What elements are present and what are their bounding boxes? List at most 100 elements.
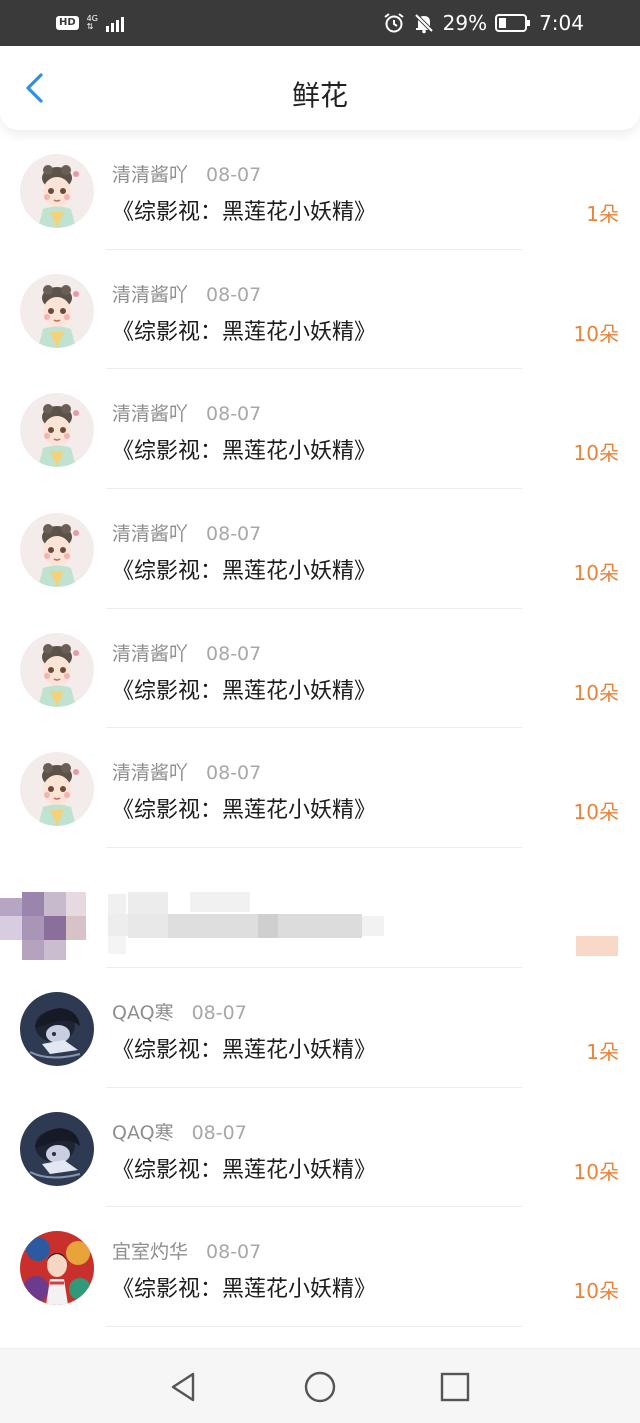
user-name: 清清酱吖 bbox=[112, 283, 189, 306]
list-item-pixelated[interactable] bbox=[0, 848, 640, 968]
pixelated-block bbox=[278, 914, 362, 939]
pixelated-block bbox=[44, 916, 66, 941]
book-title: 《综影视：黑莲花小妖精》 bbox=[112, 1157, 377, 1183]
user-name: 清清酱吖 bbox=[112, 762, 189, 785]
page-title: 鲜花 bbox=[291, 79, 348, 112]
pixelated-block bbox=[22, 940, 44, 961]
system-nav-bar bbox=[0, 1348, 640, 1423]
pixelated-block bbox=[190, 892, 250, 913]
nav-home-button[interactable] bbox=[302, 1369, 338, 1405]
list-item[interactable]: 宜室灼华 08-07 《综影视：黑莲花小妖精》 10朵 bbox=[0, 1207, 640, 1327]
mute-bell-icon bbox=[414, 13, 434, 34]
row-divider bbox=[106, 1325, 522, 1327]
avatar[interactable] bbox=[20, 991, 94, 1066]
pixelated-block bbox=[22, 892, 44, 917]
gift-date: 08-07 bbox=[206, 762, 262, 785]
user-and-date: QAQ寒 08-07 bbox=[112, 1118, 247, 1145]
pixelated-block bbox=[66, 892, 86, 917]
avatar[interactable] bbox=[20, 393, 94, 468]
gift-date: 08-07 bbox=[191, 1121, 247, 1144]
list-item[interactable]: QAQ寒 08-07 《综影视：黑莲花小妖精》 10朵 bbox=[0, 1088, 640, 1208]
flower-count: 1朵 bbox=[586, 1039, 619, 1064]
avatar[interactable] bbox=[20, 154, 94, 228]
flower-count: 10朵 bbox=[573, 800, 619, 825]
user-name: 清清酱吖 bbox=[112, 642, 189, 665]
circle-home-icon bbox=[304, 1371, 336, 1403]
user-and-date: 清清酱吖 08-07 bbox=[112, 160, 261, 187]
user-and-date: 清清酱吖 08-07 bbox=[112, 280, 261, 307]
pixelated-block bbox=[168, 914, 258, 939]
book-title: 《综影视：黑莲花小妖精》 bbox=[112, 1037, 377, 1063]
pixelated-block bbox=[108, 936, 126, 955]
pixelated-block bbox=[362, 916, 384, 937]
flower-count: 10朵 bbox=[573, 441, 619, 466]
pixelated-block bbox=[576, 936, 618, 957]
avatar[interactable] bbox=[20, 1231, 94, 1306]
list-item[interactable]: 清清酱吖 08-07 《综影视：黑莲花小妖精》 10朵 bbox=[0, 609, 640, 729]
signal-icon bbox=[105, 17, 124, 32]
flower-list: 清清酱吖 08-07 《综影视：黑莲花小妖精》 1朵 清清酱吖 08-07 《综影视：黑莲花… bbox=[0, 130, 640, 1327]
page-header: 鲜花 bbox=[0, 46, 640, 130]
pixelated-block bbox=[128, 892, 168, 915]
status-left: HD 4G ⇅ bbox=[56, 14, 128, 32]
network-arrows: ⇅ bbox=[86, 22, 94, 31]
book-title: 《综影视：黑莲花小妖精》 bbox=[112, 200, 377, 225]
flower-count: 10朵 bbox=[573, 561, 619, 586]
pixelated-block bbox=[258, 914, 278, 939]
avatar[interactable] bbox=[20, 273, 94, 348]
list-item[interactable]: 清清酱吖 08-07 《综影视：黑莲花小妖精》 10朵 bbox=[0, 728, 640, 849]
pixelated-block bbox=[22, 916, 44, 941]
user-name: QAQ寒 bbox=[112, 1001, 174, 1024]
book-title: 《综影视：黑莲花小妖精》 bbox=[112, 678, 377, 704]
gift-date: 08-07 bbox=[206, 642, 262, 665]
gift-date: 08-07 bbox=[206, 523, 262, 546]
user-name: QAQ寒 bbox=[112, 1121, 174, 1144]
user-name: 清清酱吖 bbox=[112, 403, 189, 426]
gift-date: 08-07 bbox=[206, 403, 262, 426]
book-title: 《综影视：黑莲花小妖精》 bbox=[112, 439, 377, 465]
nav-back-button[interactable] bbox=[165, 1369, 201, 1405]
user-name: 宜室灼华 bbox=[112, 1241, 189, 1264]
list-item[interactable]: 清清酱吖 08-07 《综影视：黑莲花小妖精》 10朵 bbox=[0, 250, 640, 370]
list-item[interactable]: QAQ寒 08-07 《综影视：黑莲花小妖精》 1朵 bbox=[0, 968, 640, 1088]
pixelated-block bbox=[108, 894, 126, 915]
book-title: 《综影视：黑莲花小妖精》 bbox=[112, 559, 377, 585]
flower-count: 10朵 bbox=[573, 1159, 619, 1184]
status-right: 29% 7:04 bbox=[383, 11, 584, 35]
alarm-icon bbox=[384, 13, 404, 33]
user-and-date: 清清酱吖 08-07 bbox=[112, 399, 261, 426]
user-name: 清清酱吖 bbox=[112, 523, 189, 546]
flower-count: 10朵 bbox=[573, 1279, 619, 1304]
triangle-back-icon bbox=[171, 1372, 195, 1402]
flower-count: 10朵 bbox=[573, 321, 619, 346]
book-title: 《综影视：黑莲花小妖精》 bbox=[112, 1277, 377, 1303]
pixelated-block bbox=[128, 914, 168, 939]
avatar[interactable] bbox=[20, 752, 94, 827]
hd-icon: HD bbox=[56, 16, 79, 30]
nav-recents-button[interactable] bbox=[437, 1369, 473, 1405]
pixelated-block bbox=[0, 898, 22, 917]
pixelated-block bbox=[108, 914, 128, 937]
user-and-date: 宜室灼华 08-07 bbox=[112, 1237, 261, 1264]
avatar[interactable] bbox=[20, 513, 94, 588]
list-item[interactable]: 清清酱吖 08-07 《综影视：黑莲花小妖精》 10朵 bbox=[0, 489, 640, 609]
flower-count: 10朵 bbox=[573, 680, 619, 705]
user-and-date: QAQ寒 08-07 bbox=[112, 998, 247, 1025]
user-and-date: 清清酱吖 08-07 bbox=[112, 758, 261, 785]
user-and-date: 清清酱吖 08-07 bbox=[112, 519, 261, 546]
clock: 7:04 bbox=[539, 11, 584, 35]
list-item[interactable]: 清清酱吖 08-07 《综影视：黑莲花小妖精》 10朵 bbox=[0, 369, 640, 490]
user-name: 清清酱吖 bbox=[112, 164, 189, 186]
gift-date: 08-07 bbox=[206, 164, 262, 186]
flower-count: 1朵 bbox=[586, 202, 619, 226]
book-title: 《综影视：黑莲花小妖精》 bbox=[112, 798, 377, 824]
avatar[interactable] bbox=[20, 1111, 94, 1186]
avatar[interactable] bbox=[20, 632, 94, 707]
gift-date: 08-07 bbox=[191, 1001, 247, 1024]
gift-date: 08-07 bbox=[206, 283, 262, 306]
list-item[interactable]: 清清酱吖 08-07 《综影视：黑莲花小妖精》 1朵 bbox=[0, 130, 640, 250]
square-recents-icon bbox=[440, 1372, 470, 1402]
pixelated-block bbox=[66, 916, 86, 941]
pixelated-block bbox=[44, 940, 66, 961]
pixelated-block bbox=[0, 916, 22, 941]
